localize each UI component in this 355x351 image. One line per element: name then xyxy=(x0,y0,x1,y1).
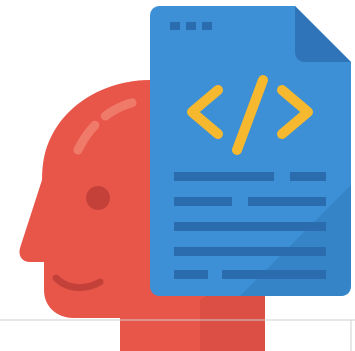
document-icon xyxy=(150,6,351,296)
text-line xyxy=(174,172,274,181)
text-line xyxy=(290,172,326,181)
header-dot xyxy=(170,22,180,30)
header-dot xyxy=(186,22,196,30)
text-line xyxy=(248,197,326,206)
text-line xyxy=(174,247,326,256)
text-line xyxy=(174,222,326,231)
text-line xyxy=(174,197,232,206)
header-dot xyxy=(202,22,212,30)
text-line xyxy=(174,270,208,279)
document-fold xyxy=(295,6,351,62)
eye-icon xyxy=(86,186,110,210)
head-code-document-illustration xyxy=(0,6,355,351)
text-line xyxy=(222,270,326,279)
